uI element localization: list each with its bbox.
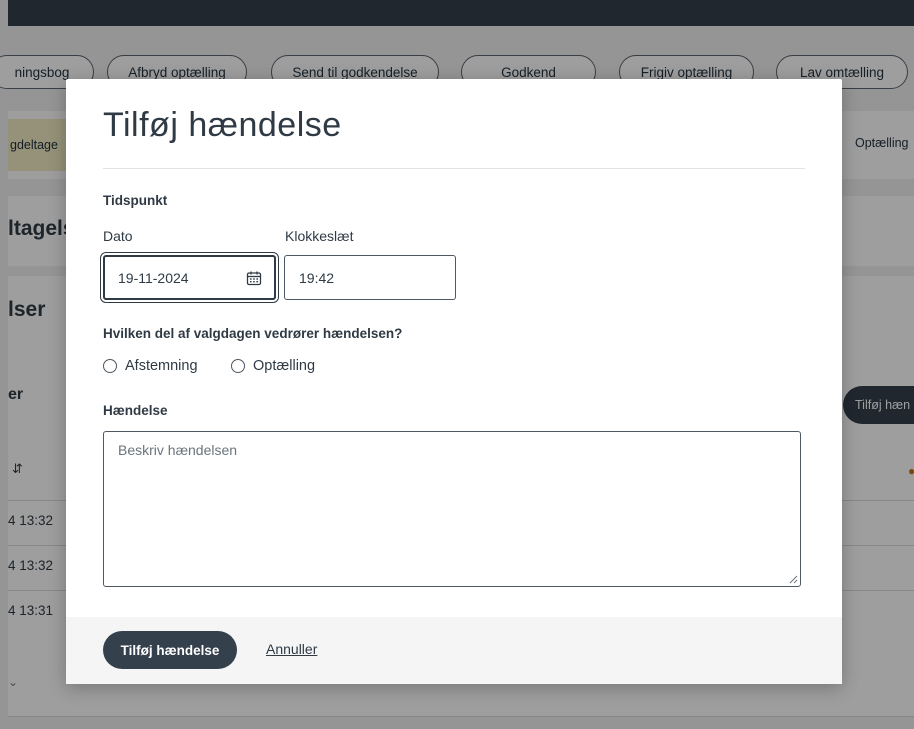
add-event-submit-button[interactable]: Tilføj hændelse (103, 631, 237, 669)
time-input[interactable]: 19:42 (284, 255, 456, 300)
radio-circle[interactable] (231, 359, 245, 373)
radio-label: Optælling (253, 358, 316, 374)
day-part-question: Hvilken del af valgdagen vedrører hændel… (103, 326, 403, 341)
time-value: 19:42 (299, 269, 335, 286)
time-label: Klokkeslæt (285, 228, 354, 244)
title-divider (103, 168, 805, 169)
date-value: 19-11-2024 (118, 269, 189, 286)
date-input[interactable]: 19-11-2024 (103, 255, 276, 300)
radio-circle[interactable] (103, 359, 117, 373)
textarea-placeholder: Beskriv hændelsen (118, 442, 238, 458)
radio-label: Afstemning (125, 358, 198, 374)
dialog-title: Tilføj hændelse (103, 106, 342, 144)
cancel-link[interactable]: Annuller (266, 641, 317, 657)
resize-handle-icon[interactable] (789, 575, 798, 584)
timepoint-label: Tidspunkt (103, 193, 168, 208)
event-description-textarea[interactable]: Beskriv hændelsen (103, 431, 801, 587)
add-event-dialog: Tilføj hændelse Tidspunkt Dato Klokkeslæ… (66, 79, 842, 684)
radio-afstemning[interactable]: Afstemning (103, 358, 198, 374)
event-label: Hændelse (103, 403, 168, 418)
radio-optaelling[interactable]: Optælling (231, 358, 315, 374)
calendar-icon[interactable] (246, 270, 262, 286)
date-label: Dato (103, 228, 133, 244)
